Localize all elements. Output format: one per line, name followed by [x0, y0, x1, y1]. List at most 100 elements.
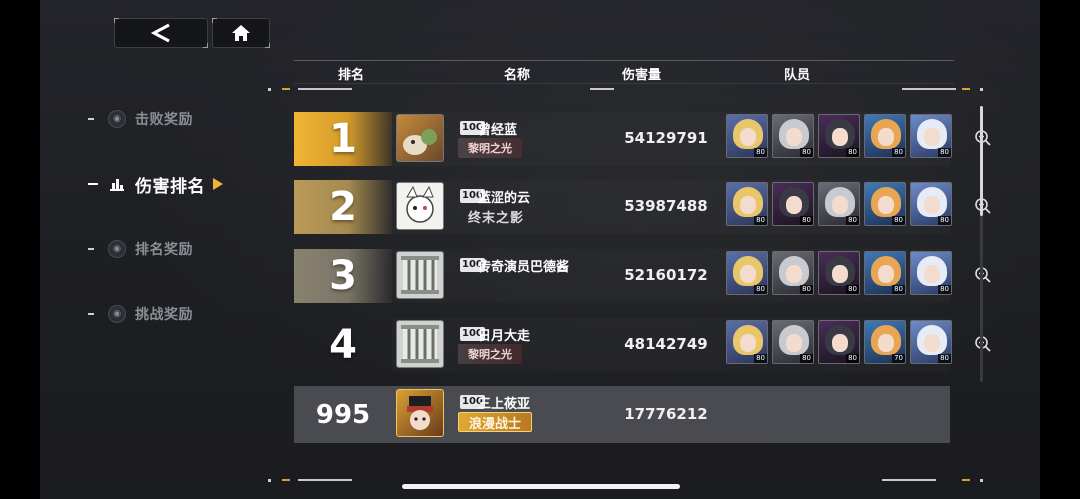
scrollbar-thumb[interactable] — [980, 106, 983, 216]
member-level: 80 — [800, 216, 813, 225]
member-level: 80 — [846, 148, 859, 157]
portrait-face — [924, 128, 940, 146]
nav-marker — [88, 313, 94, 315]
portrait-face — [740, 334, 756, 352]
portrait-face — [832, 128, 848, 146]
nav-item-damage-ranking[interactable]: 伤害排名 — [88, 169, 268, 199]
portrait-face — [924, 265, 940, 283]
team-member[interactable]: 80 — [726, 114, 768, 158]
decor-dot — [980, 88, 983, 91]
home-icon — [232, 25, 250, 41]
header-damage: 伤害量 — [622, 68, 662, 83]
portrait-face — [786, 334, 802, 352]
damage-value: 48142749 — [624, 335, 708, 353]
ranking-row: 1 100 曾经蓝 黎明之光 54129791 80 80 80 80 80 — [294, 112, 991, 168]
zoom-in-icon[interactable] — [974, 129, 992, 147]
player-avatar[interactable] — [396, 114, 444, 162]
team-member[interactable]: 80 — [864, 182, 906, 226]
nav-item-challenge-rewards[interactable]: ◉ 挑战奖励 — [88, 299, 268, 329]
ranking-table-header: 排名 名称 伤害量 队员 — [294, 60, 954, 84]
player-name: 日月大走 — [478, 329, 531, 344]
rank-badge: 2 — [294, 180, 392, 234]
team-member[interactable]: 80 — [864, 114, 906, 158]
damage-value: 52160172 — [624, 266, 708, 284]
member-level: 80 — [800, 354, 813, 363]
rank-number: 4 — [329, 322, 357, 368]
frame-corner — [265, 43, 270, 48]
team-member[interactable]: 80 — [726, 182, 768, 226]
ranking-row: 3 100 传奇演员巴德酱 52160172 80 80 80 80 80 — [294, 249, 991, 305]
player-name: 蓝涩的云 — [478, 191, 531, 206]
team-members: 80 80 80 80 80 — [726, 114, 952, 158]
team-member[interactable]: 80 — [772, 251, 814, 295]
ranking-scrollbar[interactable] — [980, 106, 983, 382]
member-level: 80 — [938, 148, 951, 157]
portrait-face — [832, 265, 848, 283]
damage-value: 53987488 — [624, 197, 708, 215]
portrait-face — [786, 265, 802, 283]
decor-tick — [282, 88, 290, 90]
rank-number: 3 — [329, 253, 357, 299]
divider — [590, 88, 614, 90]
portrait-face — [878, 128, 894, 146]
team-member[interactable]: 80 — [772, 114, 814, 158]
team-member[interactable]: 70 — [864, 320, 906, 364]
home-indicator[interactable] — [402, 484, 680, 489]
team-member[interactable]: 80 — [818, 251, 860, 295]
team-member[interactable]: 80 — [772, 320, 814, 364]
nav-item-rank-rewards[interactable]: ◉ 排名奖励 — [88, 234, 268, 264]
player-name: 曾经蓝 — [478, 123, 518, 138]
frame-corner — [114, 18, 119, 23]
guild-banner: 黎明之光 — [458, 344, 522, 364]
member-level: 80 — [892, 216, 905, 225]
member-level: 80 — [938, 216, 951, 225]
damage-value: 54129791 — [624, 129, 708, 147]
nav-item-defeat-rewards[interactable]: ◉ 击败奖励 — [88, 104, 268, 134]
frame-corner — [212, 18, 217, 23]
player-avatar[interactable] — [396, 182, 444, 230]
decor-tick — [962, 479, 970, 481]
portrait-face — [878, 334, 894, 352]
zoom-in-icon[interactable] — [974, 266, 992, 284]
player-avatar[interactable] — [396, 389, 444, 437]
player-name: 三上莜亚 — [478, 397, 531, 412]
team-member[interactable]: 80 — [910, 114, 952, 158]
divider — [298, 88, 352, 90]
team-member[interactable]: 80 — [910, 182, 952, 226]
team-member[interactable]: 80 — [910, 251, 952, 295]
member-level: 80 — [800, 148, 813, 157]
ranking-row: 4 100 日月大走 黎明之光 48142749 80 80 80 70 80 — [294, 318, 991, 374]
zoom-in-icon[interactable] — [974, 335, 992, 353]
medal-icon: ◉ — [108, 240, 126, 258]
rank-badge: 3 — [294, 249, 392, 303]
team-member[interactable]: 80 — [726, 251, 768, 295]
team-member[interactable]: 80 — [726, 320, 768, 364]
back-button[interactable] — [114, 18, 208, 48]
nav-marker — [88, 183, 98, 185]
player-avatar[interactable] — [396, 251, 444, 299]
team-member[interactable]: 80 — [910, 320, 952, 364]
header-rank: 排名 — [338, 68, 365, 83]
team-member[interactable]: 80 — [864, 251, 906, 295]
portrait-face — [740, 196, 756, 214]
decor-dot — [268, 88, 271, 91]
decor-dot — [268, 479, 271, 482]
portrait-face — [832, 196, 848, 214]
portrait-face — [740, 128, 756, 146]
team-member[interactable]: 80 — [772, 182, 814, 226]
home-button[interactable] — [212, 18, 270, 48]
member-level: 80 — [754, 216, 767, 225]
zoom-in-icon[interactable] — [974, 197, 992, 215]
divider — [298, 479, 352, 481]
bar-chart-icon — [108, 175, 126, 193]
my-ranking-row: 995 100 三上莜亚 浪漫战士 17776212 — [294, 386, 950, 443]
member-level: 80 — [754, 354, 767, 363]
rank-badge: 4 — [294, 318, 392, 372]
team-member[interactable]: 80 — [818, 320, 860, 364]
nav-item-label: 排名奖励 — [135, 242, 193, 258]
side-nav: ◉ 击败奖励 伤害排名 ◉ 排名奖励 ◉ 挑战奖励 — [88, 104, 268, 364]
player-avatar[interactable] — [396, 320, 444, 368]
team-member[interactable]: 80 — [818, 182, 860, 226]
team-member[interactable]: 80 — [818, 114, 860, 158]
portrait-face — [786, 196, 802, 214]
